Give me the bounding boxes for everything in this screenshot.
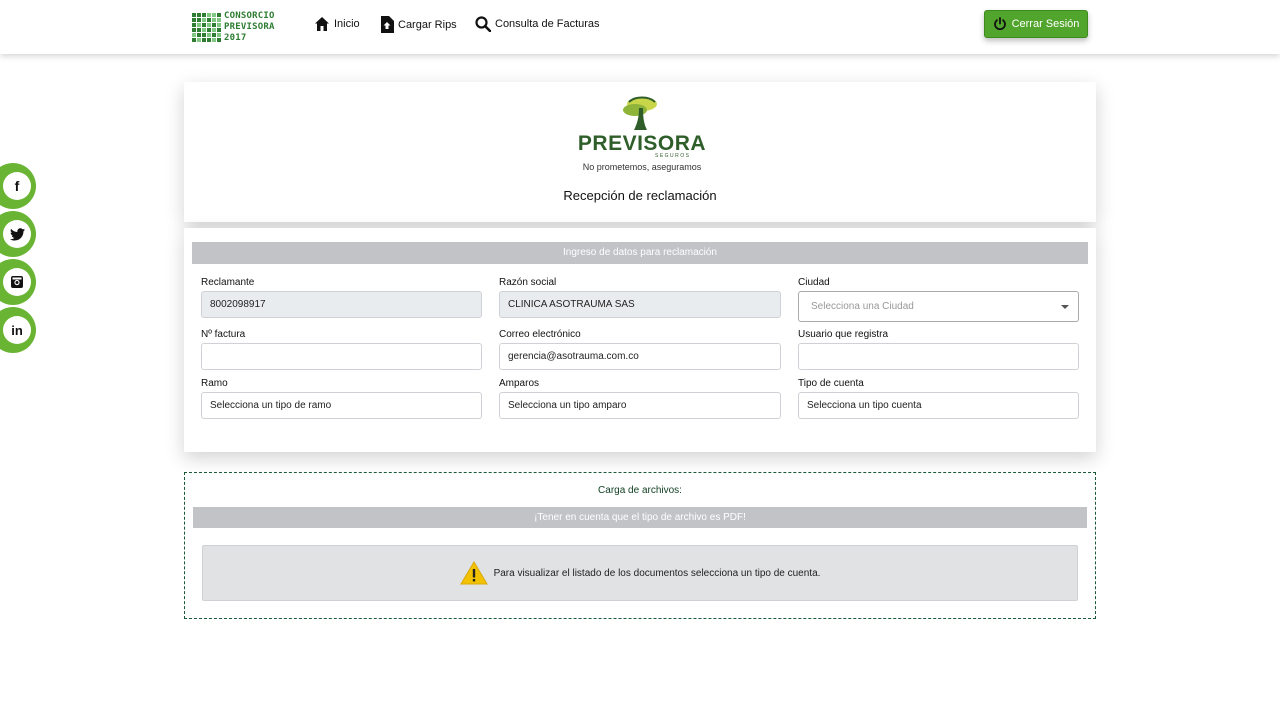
factura-input[interactable] (201, 343, 482, 370)
ramo-select[interactable]: Selecciona un tipo de ramo (201, 392, 482, 419)
top-navbar: CONSORCIO PREVISORA 2017 Inicio Cargar R… (0, 0, 1280, 54)
search-icon (475, 16, 491, 32)
ciudad-placeholder: Selecciona una Ciudad (811, 301, 914, 312)
previsora-logo: PREVISORA SEGUROS No prometemos, asegura… (577, 94, 707, 174)
reclamante-label: Reclamante (201, 277, 255, 288)
warning-icon (459, 561, 488, 585)
notice-text: Para visualizar el listado de los docume… (493, 567, 821, 579)
consorcio-logo[interactable]: CONSORCIO PREVISORA 2017 (192, 8, 290, 46)
logo-dots-icon (192, 12, 221, 42)
nav-cargar-rips-label: Cargar Rips (398, 18, 457, 31)
form-section-title: Ingreso de datos para reclamación (192, 242, 1088, 264)
razon-social-label: Razón social (499, 277, 557, 288)
correo-input[interactable]: gerencia@asotrauma.com.co (499, 343, 781, 370)
logout-button[interactable]: Cerrar Sesión (984, 10, 1088, 38)
factura-label: Nº factura (201, 329, 246, 340)
instagram-button[interactable] (0, 259, 36, 305)
tipo-cuenta-label: Tipo de cuenta (798, 378, 864, 389)
usuario-label: Usuario que registra (798, 329, 889, 340)
linkedin-button[interactable]: in (0, 307, 36, 353)
nav-item-consulta-facturas[interactable]: Consulta de Facturas (475, 16, 600, 32)
nav-item-cargar-rips[interactable]: Cargar Rips (380, 16, 457, 33)
twitter-icon (3, 220, 31, 248)
claim-form-card: Ingreso de datos para reclamación Reclam… (184, 228, 1096, 452)
page-title: Recepción de reclamación (563, 188, 717, 203)
logo-subtitle: SEGUROS (655, 153, 691, 159)
logo-slogan: No prometemos, aseguramos (582, 162, 702, 172)
home-icon (315, 17, 329, 31)
logo-text: CONSORCIO PREVISORA 2017 (224, 10, 275, 43)
facebook-button[interactable]: f (0, 163, 36, 209)
tree-logo-icon (623, 96, 657, 130)
power-icon (993, 17, 1006, 31)
nav-consulta-label: Consulta de Facturas (495, 18, 600, 30)
usuario-input[interactable] (798, 343, 1079, 370)
instagram-icon (3, 268, 31, 296)
facebook-icon: f (3, 172, 31, 200)
nav-item-inicio[interactable]: Inicio (314, 16, 360, 32)
linkedin-icon: in (3, 316, 31, 344)
ramo-label: Ramo (201, 378, 228, 389)
chevron-down-icon (1061, 305, 1069, 309)
reclamante-field[interactable]: 8002098917 (201, 291, 482, 318)
documents-notice: Para visualizar el listado de los docume… (202, 545, 1078, 601)
tipo-cuenta-select[interactable]: Selecciona un tipo cuenta (798, 392, 1079, 419)
nav-inicio-label: Inicio (334, 18, 360, 30)
twitter-button[interactable] (0, 211, 36, 257)
file-upload-card: Carga de archivos: ¡Tener en cuenta que … (184, 472, 1096, 619)
razon-social-field[interactable]: CLINICA ASOTRAUMA SAS (499, 291, 781, 318)
amparos-select[interactable]: Selecciona un tipo amparo (499, 392, 781, 419)
amparos-label: Amparos (499, 378, 540, 389)
files-title: Carga de archivos: (598, 485, 682, 496)
logout-label: Cerrar Sesión (1011, 18, 1080, 30)
ciudad-label: Ciudad (798, 277, 830, 288)
header-card: PREVISORA SEGUROS No prometemos, asegura… (184, 82, 1096, 222)
file-upload-icon (381, 16, 394, 33)
ciudad-select[interactable]: Selecciona una Ciudad (798, 291, 1079, 322)
pdf-warning-bar: ¡Tener en cuenta que el tipo de archivo … (193, 507, 1087, 528)
correo-label: Correo electrónico (499, 329, 581, 340)
